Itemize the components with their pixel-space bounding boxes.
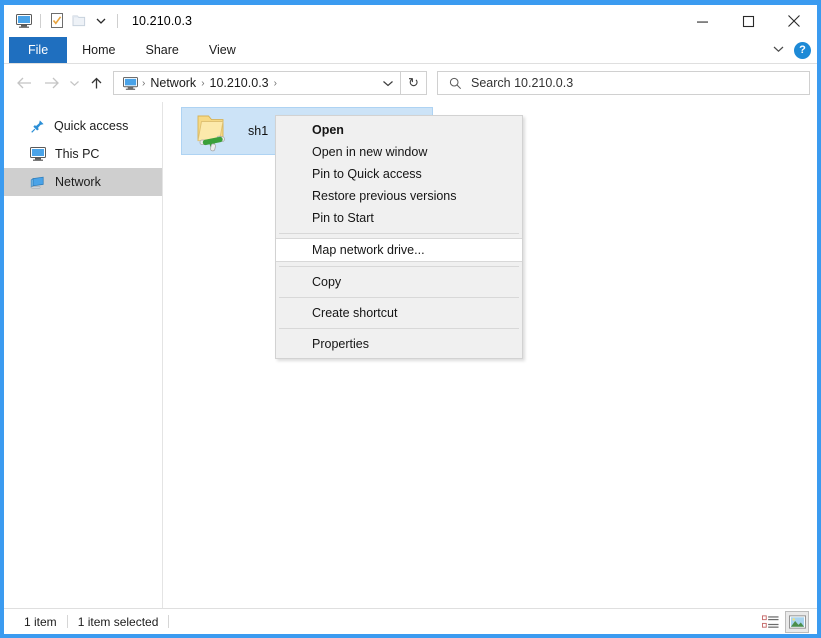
content-pane[interactable]: sh1 Open Open in new window Pin to Quick… <box>162 102 817 608</box>
context-menu-item-properties[interactable]: Properties <box>276 333 522 355</box>
details-view-button[interactable] <box>758 611 782 633</box>
qat-separator-2 <box>117 14 118 28</box>
customize-qat-icon[interactable] <box>90 10 112 32</box>
context-menu-item-pin-to-quick-access[interactable]: Pin to Quick access <box>276 163 522 185</box>
window-title: 10.210.0.3 <box>132 14 192 28</box>
shared-folder-icon <box>190 110 234 152</box>
context-menu-separator-2 <box>279 266 519 267</box>
large-icons-view-button[interactable] <box>785 611 809 633</box>
context-menu-separator-4 <box>279 328 519 329</box>
context-menu-item-create-shortcut[interactable]: Create shortcut <box>276 302 522 324</box>
context-menu-item-open-in-new-window[interactable]: Open in new window <box>276 141 522 163</box>
new-folder-icon[interactable] <box>68 10 90 32</box>
qat-separator-1 <box>40 14 41 28</box>
recent-locations-button[interactable] <box>65 68 83 98</box>
forward-button[interactable] <box>38 68 65 98</box>
up-button[interactable] <box>83 68 110 98</box>
minimize-button[interactable] <box>679 5 725 37</box>
context-menu-separator-1 <box>279 233 519 234</box>
sidebar-label-network: Network <box>55 175 101 189</box>
explorer-window-icon[interactable] <box>13 10 35 32</box>
address-bar[interactable]: › Network › 10.210.0.3 › <box>113 71 401 95</box>
help-icon[interactable]: ? <box>794 42 811 59</box>
sidebar-item-quick-access[interactable]: Quick access <box>4 112 162 140</box>
search-icon <box>449 77 462 90</box>
network-icon <box>30 175 46 189</box>
context-menu: Open Open in new window Pin to Quick acc… <box>275 115 523 359</box>
maximize-button[interactable] <box>725 5 771 37</box>
explorer-body: Quick access This PC <box>4 102 817 608</box>
close-button[interactable] <box>771 5 817 37</box>
status-bar: 1 item 1 item selected <box>4 608 817 634</box>
chevron-down-icon[interactable] <box>772 41 785 59</box>
view-buttons <box>758 609 809 634</box>
context-menu-separator-3 <box>279 297 519 298</box>
refresh-button[interactable]: ↻ <box>401 71 427 95</box>
context-menu-item-open[interactable]: Open <box>276 119 522 141</box>
back-button[interactable] <box>11 68 38 98</box>
context-menu-item-pin-to-start[interactable]: Pin to Start <box>276 207 522 229</box>
sidebar-label-this-pc: This PC <box>55 147 99 161</box>
address-dropdown-chevron-icon[interactable] <box>378 79 398 88</box>
tab-view[interactable]: View <box>194 37 251 63</box>
status-divider-2 <box>168 615 169 628</box>
breadcrumb: › Network › 10.210.0.3 › <box>120 76 378 90</box>
tab-file[interactable]: File <box>9 37 67 63</box>
navigation-pane: Quick access This PC <box>4 102 162 608</box>
breadcrumb-root-icon[interactable] <box>120 77 141 90</box>
search-input[interactable]: Search 10.210.0.3 <box>471 76 573 90</box>
quick-access-toolbar <box>4 10 123 32</box>
tab-home[interactable]: Home <box>67 37 130 63</box>
address-bar-row: › Network › 10.210.0.3 › ↻ Search 10.210… <box>4 64 817 102</box>
pin-star-icon <box>30 119 45 134</box>
tab-share[interactable]: Share <box>131 37 194 63</box>
window-controls <box>679 5 817 37</box>
breadcrumb-item-host[interactable]: 10.210.0.3 <box>206 76 273 90</box>
properties-icon[interactable] <box>46 10 68 32</box>
sidebar-item-network[interactable]: Network <box>4 168 162 196</box>
ribbon-tab-bar: File Home Share View ? <box>4 37 817 64</box>
context-menu-item-restore-previous-versions[interactable]: Restore previous versions <box>276 185 522 207</box>
search-box[interactable]: Search 10.210.0.3 <box>437 71 810 95</box>
ribbon-right-controls: ? <box>772 37 811 63</box>
sidebar-item-this-pc[interactable]: This PC <box>4 140 162 168</box>
title-bar: 10.210.0.3 <box>4 5 817 37</box>
file-explorer-window: 10.210.0.3 File Home Share View <box>0 0 821 638</box>
breadcrumb-item-network[interactable]: Network <box>146 76 200 90</box>
context-menu-item-map-network-drive[interactable]: Map network drive... <box>276 238 522 262</box>
list-item-label: sh1 <box>248 124 268 138</box>
breadcrumb-separator-2[interactable]: › <box>273 78 278 89</box>
monitor-icon <box>30 147 46 161</box>
status-item-count: 1 item <box>14 615 67 629</box>
sidebar-label-quick-access: Quick access <box>54 119 128 133</box>
status-selection: 1 item selected <box>68 615 169 629</box>
context-menu-item-copy[interactable]: Copy <box>276 271 522 293</box>
